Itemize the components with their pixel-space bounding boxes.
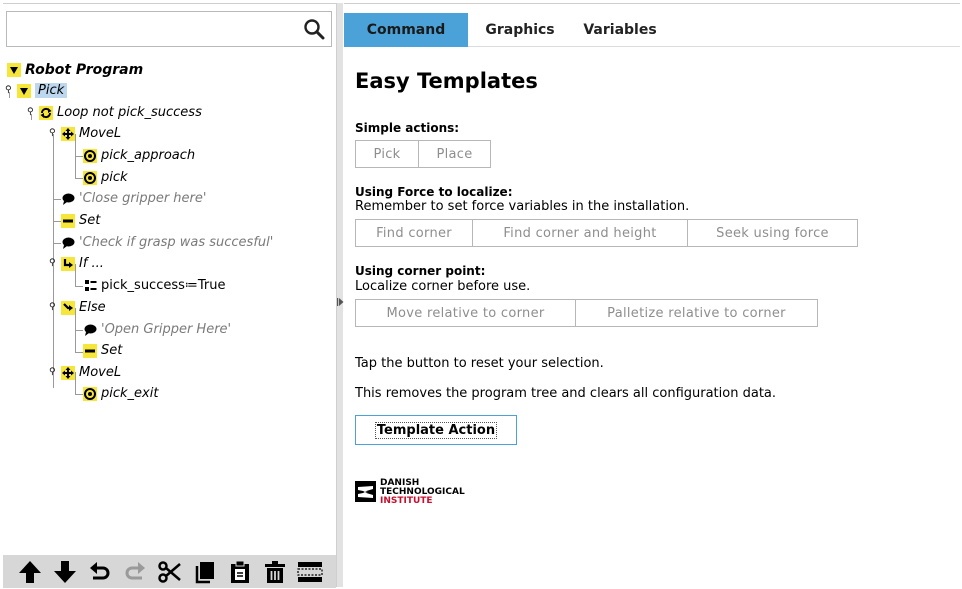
tree-node-label: Else [79,300,106,315]
dti-logo-mark-icon [355,481,376,502]
corner-buttons: Move relative to corner Palletize relati… [355,299,822,327]
section-title-force: Using Force to localize: [355,185,513,199]
pin-icon: ⚲ [27,107,34,117]
collapse-arrow-icon[interactable] [337,296,344,308]
tree-node-comment[interactable]: 'Open Gripper Here' [83,319,231,340]
delete-icon[interactable] [262,559,288,585]
tree-node-label: Set [79,213,101,228]
if-icon [61,256,75,271]
collapse-triangle-icon[interactable] [17,83,31,98]
pin-icon: ⚲ [49,128,56,138]
assignment-icon [83,279,97,293]
find-corner-height-button[interactable]: Find corner and height [473,219,688,247]
section-subtitle-corner: Localize corner before use. [355,279,531,294]
section-title-corner: Using corner point: [355,264,486,278]
program-tree-toolbar [3,555,336,588]
tree-node-label: If ... [79,256,104,271]
command-panel: Command Graphics Variables Easy Template… [344,3,960,587]
tree-node-waypoint[interactable]: pick [83,167,128,188]
waypoint-icon [83,386,97,401]
page-title: Easy Templates [355,69,538,93]
tree-node-label: 'Check if grasp was succesful' [79,235,274,250]
section-title-simple-actions: Simple actions: [355,121,460,135]
pin-icon: ⚲ [49,367,56,377]
tree-node-label: MoveL [79,365,122,380]
copy-icon[interactable] [192,559,218,585]
cut-icon[interactable] [157,559,183,585]
tree-node-label: MoveL [79,126,122,141]
tab-command[interactable]: Command [344,13,468,47]
tree-node-set[interactable]: Set [61,210,100,231]
comment-icon [61,192,75,206]
comment-icon [61,236,75,250]
reset-warning-text: This removes the program tree and clears… [355,386,777,401]
place-button[interactable]: Place [419,140,491,168]
tree-node-movel[interactable]: MoveL [61,362,121,383]
redo-icon[interactable] [122,559,148,585]
search-bar [6,11,332,47]
tree-node-waypoint[interactable]: pick_approach [83,145,195,166]
waypoint-icon [83,148,97,163]
undo-icon[interactable] [87,559,113,585]
tree-node-label: pick [101,170,128,185]
tree-node-robot-program[interactable]: Robot Program [7,59,143,80]
loop-icon [39,105,53,120]
waypoint-icon [83,170,97,185]
panel-splitter[interactable] [336,3,344,587]
pin-icon: ⚲ [5,85,12,95]
pin-icon: ⚲ [49,258,56,268]
tab-variables[interactable]: Variables [572,13,668,47]
move-icon [61,126,75,141]
tree-node-comment[interactable]: 'Check if grasp was succesful' [61,232,273,253]
move-relative-corner-button[interactable]: Move relative to corner [355,299,576,327]
simple-actions-buttons: Pick Place [355,140,495,168]
tree-node-else[interactable]: Else [61,297,106,318]
search-icon[interactable] [299,14,329,44]
section-subtitle-force: Remember to set force variables in the i… [355,199,690,214]
tree-node-set[interactable]: Set [83,340,122,361]
paste-icon[interactable] [227,559,253,585]
tree-node-label: Pick [35,83,68,98]
dti-logo: DANISH TECHNOLOGICAL INSTITUTE [355,479,465,506]
tree-node-waypoint[interactable]: pick_exit [83,383,158,404]
find-corner-button[interactable]: Find corner [355,219,473,247]
search-input[interactable] [9,14,299,44]
tree-node-label: pick_success≔True [101,278,226,293]
tree-node-comment[interactable]: 'Close gripper here' [61,188,206,209]
tree-node-label: pick_exit [101,386,159,401]
tree-node-label: 'Open Gripper Here' [101,322,232,337]
arrow-up-icon[interactable] [17,559,43,585]
force-buttons: Find corner Find corner and height Seek … [355,219,862,247]
else-icon [61,300,75,315]
comment-icon [83,323,97,337]
program-tree-panel: Robot Program ⚲ Pick ⚲ Loop not pick_suc… [3,3,336,588]
pin-icon: ⚲ [49,302,56,312]
move-icon [61,365,75,380]
dti-logo-text: DANISH TECHNOLOGICAL INSTITUTE [380,479,465,506]
tree-node-label: Loop not pick_success [57,105,202,120]
set-icon [83,343,97,358]
tab-bar: Command Graphics Variables [344,13,960,47]
template-action-button[interactable]: Template Action [355,415,517,445]
tree-node-label: 'Close gripper here' [79,191,207,206]
reset-instruction-text: Tap the button to reset your selection. [355,356,604,371]
tree-node-assignment[interactable]: pick_success≔True [83,275,226,296]
template-action-label: Template Action [374,421,498,439]
tab-graphics[interactable]: Graphics [468,13,572,47]
logo-line-3: INSTITUTE [380,496,433,506]
arrow-down-icon[interactable] [52,559,78,585]
tree-node-loop[interactable]: Loop not pick_success [39,102,202,123]
tree-node-if[interactable]: If ... [61,253,104,274]
seek-using-force-button[interactable]: Seek using force [688,219,858,247]
tree-node-label: pick_approach [101,148,196,163]
pick-button[interactable]: Pick [355,140,419,168]
tree-node-pick[interactable]: Pick [17,80,68,101]
tree-node-label: Robot Program [25,61,144,78]
tree-node-label: Set [101,343,123,358]
suppress-icon[interactable] [297,559,323,585]
palletize-relative-corner-button[interactable]: Palletize relative to corner [576,299,818,327]
tree-node-movel[interactable]: MoveL [61,123,121,144]
collapse-triangle-icon[interactable] [7,62,21,77]
set-icon [61,213,75,228]
